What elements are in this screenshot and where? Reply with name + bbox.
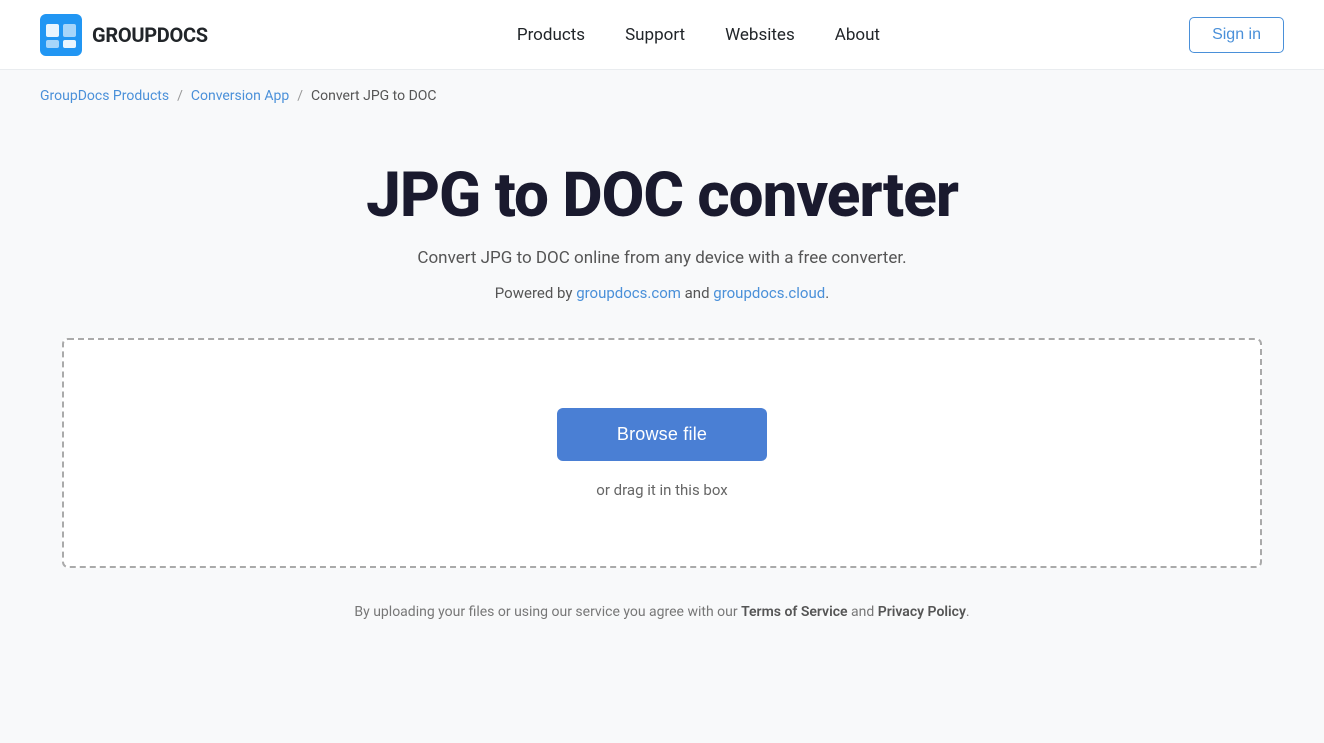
logo-icon bbox=[40, 14, 82, 56]
breadcrumb-item-conversion-app[interactable]: Conversion App bbox=[191, 88, 289, 104]
breadcrumb-sep-2: / bbox=[297, 88, 303, 104]
powered-by-and: and bbox=[681, 284, 713, 302]
nav-item-products[interactable]: Products bbox=[517, 25, 585, 45]
powered-by: Powered by groupdocs.com and groupdocs.c… bbox=[495, 284, 829, 302]
drop-zone[interactable]: Browse file or drag it in this box bbox=[62, 338, 1262, 568]
drag-drop-text: or drag it in this box bbox=[596, 481, 727, 499]
main-nav: Products Support Websites About bbox=[517, 25, 880, 45]
footer-prefix: By uploading your files or using our ser… bbox=[354, 604, 741, 620]
nav-item-websites[interactable]: Websites bbox=[725, 25, 795, 45]
privacy-link[interactable]: Privacy Policy bbox=[878, 604, 966, 620]
groupdocs-cloud-link[interactable]: groupdocs.cloud bbox=[713, 284, 825, 302]
tos-link[interactable]: Terms of Service bbox=[741, 604, 847, 620]
sign-in-button[interactable]: Sign in bbox=[1189, 17, 1284, 53]
breadcrumb-item-groupdocs[interactable]: GroupDocs Products bbox=[40, 88, 169, 104]
footer-note: By uploading your files or using our ser… bbox=[354, 604, 969, 650]
page-title: JPG to DOC converter bbox=[366, 162, 958, 230]
breadcrumb: GroupDocs Products / Conversion App / Co… bbox=[0, 70, 1324, 122]
powered-by-prefix: Powered by bbox=[495, 284, 576, 302]
page-subtitle: Convert JPG to DOC online from any devic… bbox=[417, 248, 906, 268]
nav-item-support[interactable]: Support bbox=[625, 25, 685, 45]
browse-file-button[interactable]: Browse file bbox=[557, 408, 767, 461]
footer-suffix: . bbox=[966, 604, 970, 620]
nav-item-about[interactable]: About bbox=[835, 25, 880, 45]
powered-by-suffix: . bbox=[825, 284, 829, 302]
logo-text: GROUPDOCS bbox=[92, 23, 208, 47]
breadcrumb-item-current: Convert JPG to DOC bbox=[311, 88, 436, 104]
groupdocs-com-link[interactable]: groupdocs.com bbox=[576, 284, 681, 302]
logo[interactable]: GROUPDOCS bbox=[40, 14, 208, 56]
breadcrumb-sep-1: / bbox=[177, 88, 183, 104]
footer-and: and bbox=[848, 604, 878, 620]
main-content: JPG to DOC converter Convert JPG to DOC … bbox=[0, 122, 1324, 670]
